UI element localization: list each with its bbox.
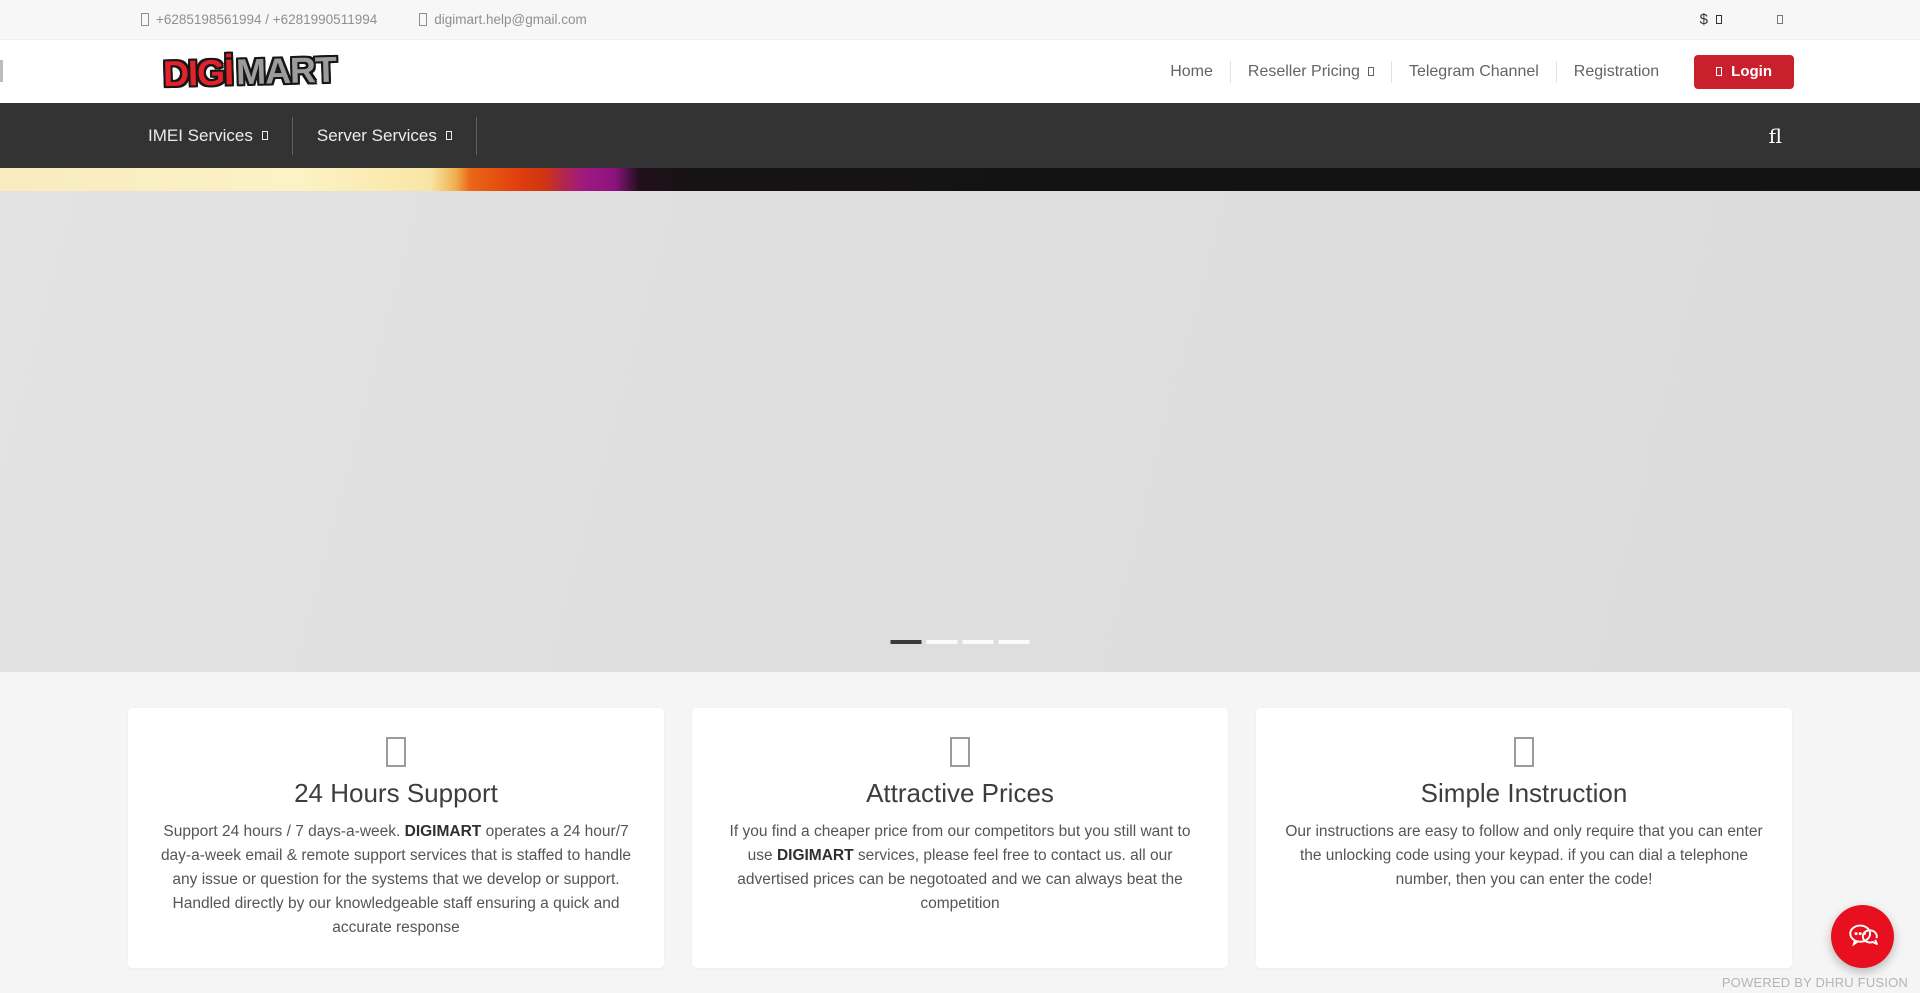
instruction-icon: [1514, 737, 1534, 767]
support-icon: [386, 737, 406, 767]
header: DIGİMART Home Reseller Pricing Telegram …: [0, 40, 1920, 103]
prices-icon: [950, 737, 970, 767]
feature-text-before: Support 24 hours / 7 days-a-week.: [163, 823, 404, 840]
email-contact[interactable]: digimart.help@gmail.com: [419, 12, 587, 27]
feature-cards: 24 Hours Support Support 24 hours / 7 da…: [0, 672, 1920, 968]
nav-reseller-pricing[interactable]: Reseller Pricing: [1231, 63, 1391, 81]
feature-title: Attractive Prices: [719, 778, 1201, 809]
feature-card-instruction: Simple Instruction Our instructions are …: [1256, 708, 1792, 968]
topbar: +6285198561994 / +6281990511994 digimart…: [0, 0, 1920, 40]
login-label: Login: [1731, 63, 1772, 80]
powered-by-label: POWERED BY DHRU FUSION: [1722, 975, 1908, 990]
topbar-controls: $: [1700, 11, 1783, 28]
hero-carousel: [0, 191, 1920, 672]
main-nav: Home Reseller Pricing Telegram Channel R…: [1153, 55, 1794, 89]
phone-icon: [141, 13, 149, 26]
feature-title: 24 Hours Support: [155, 778, 637, 809]
logo-mart: MART: [235, 48, 336, 92]
icon-wrap: [1283, 734, 1765, 770]
carousel-indicator-2[interactable]: [927, 640, 958, 644]
feature-text: Our instructions are easy to follow and …: [1283, 820, 1765, 892]
divider: [476, 117, 477, 155]
email-icon: [419, 13, 427, 26]
services-nav: IMEI Services Server Services fl: [0, 103, 1920, 168]
nav-registration[interactable]: Registration: [1557, 63, 1676, 81]
icon-wrap: [719, 734, 1201, 770]
imei-services-label: IMEI Services: [148, 126, 253, 146]
language-selector-icon[interactable]: [1777, 15, 1783, 24]
phone-contact[interactable]: +6285198561994 / +6281990511994: [141, 12, 377, 27]
nav-home-label: Home: [1170, 63, 1213, 81]
search-icon[interactable]: fl: [1769, 124, 1782, 148]
nav-telegram-label: Telegram Channel: [1409, 63, 1539, 81]
currency-symbol: $: [1700, 11, 1708, 28]
nav-telegram-channel[interactable]: Telegram Channel: [1392, 63, 1556, 81]
content: 24 Hours Support Support 24 hours / 7 da…: [0, 672, 1920, 993]
chevron-down-icon: [1368, 67, 1374, 76]
email-address: digimart.help@gmail.com: [434, 12, 587, 27]
nav-registration-label: Registration: [1574, 63, 1659, 81]
nav-reseller-label: Reseller Pricing: [1248, 63, 1360, 81]
carousel-indicators: [891, 640, 1030, 644]
carousel-indicator-1[interactable]: [891, 640, 922, 644]
nav-server-services[interactable]: Server Services: [317, 126, 452, 146]
chevron-down-icon: [446, 131, 452, 140]
left-edge-bar: [0, 60, 3, 82]
carousel-indicator-4[interactable]: [999, 640, 1030, 644]
carousel-image-strip: [0, 168, 1920, 191]
icon-wrap: [155, 734, 637, 770]
chevron-down-icon: [262, 131, 268, 140]
digimart-homepage: +6285198561994 / +6281990511994 digimart…: [0, 0, 1920, 993]
topbar-contacts: +6285198561994 / +6281990511994 digimart…: [141, 12, 587, 27]
feature-text-bold: DIGIMART: [405, 823, 482, 840]
chat-button[interactable]: [1831, 905, 1894, 968]
feature-text-before: Our instructions are easy to follow and …: [1285, 823, 1762, 888]
chat-bubbles-icon: [1845, 919, 1881, 955]
phone-number: +6285198561994 / +6281990511994: [156, 12, 377, 27]
feature-text: Support 24 hours / 7 days-a-week. DIGIMA…: [155, 820, 637, 940]
login-button[interactable]: Login: [1694, 55, 1794, 89]
divider: [292, 117, 293, 155]
chevron-down-icon: [1716, 15, 1722, 24]
carousel-indicator-3[interactable]: [963, 640, 994, 644]
feature-title: Simple Instruction: [1283, 778, 1765, 809]
nav-imei-services[interactable]: IMEI Services: [148, 126, 268, 146]
currency-selector[interactable]: $: [1700, 11, 1722, 28]
feature-text-bold: DIGIMART: [777, 847, 854, 864]
feature-text: If you find a cheaper price from our com…: [719, 820, 1201, 916]
logo-digi: DIGİ: [162, 51, 233, 94]
feature-card-prices: Attractive Prices If you find a cheaper …: [692, 708, 1228, 968]
next-cards-row: [0, 968, 1920, 993]
server-services-label: Server Services: [317, 126, 437, 146]
logo[interactable]: DIGİMART: [162, 48, 336, 95]
login-icon: [1716, 67, 1722, 76]
feature-card-support: 24 Hours Support Support 24 hours / 7 da…: [128, 708, 664, 968]
nav-home[interactable]: Home: [1153, 63, 1230, 81]
